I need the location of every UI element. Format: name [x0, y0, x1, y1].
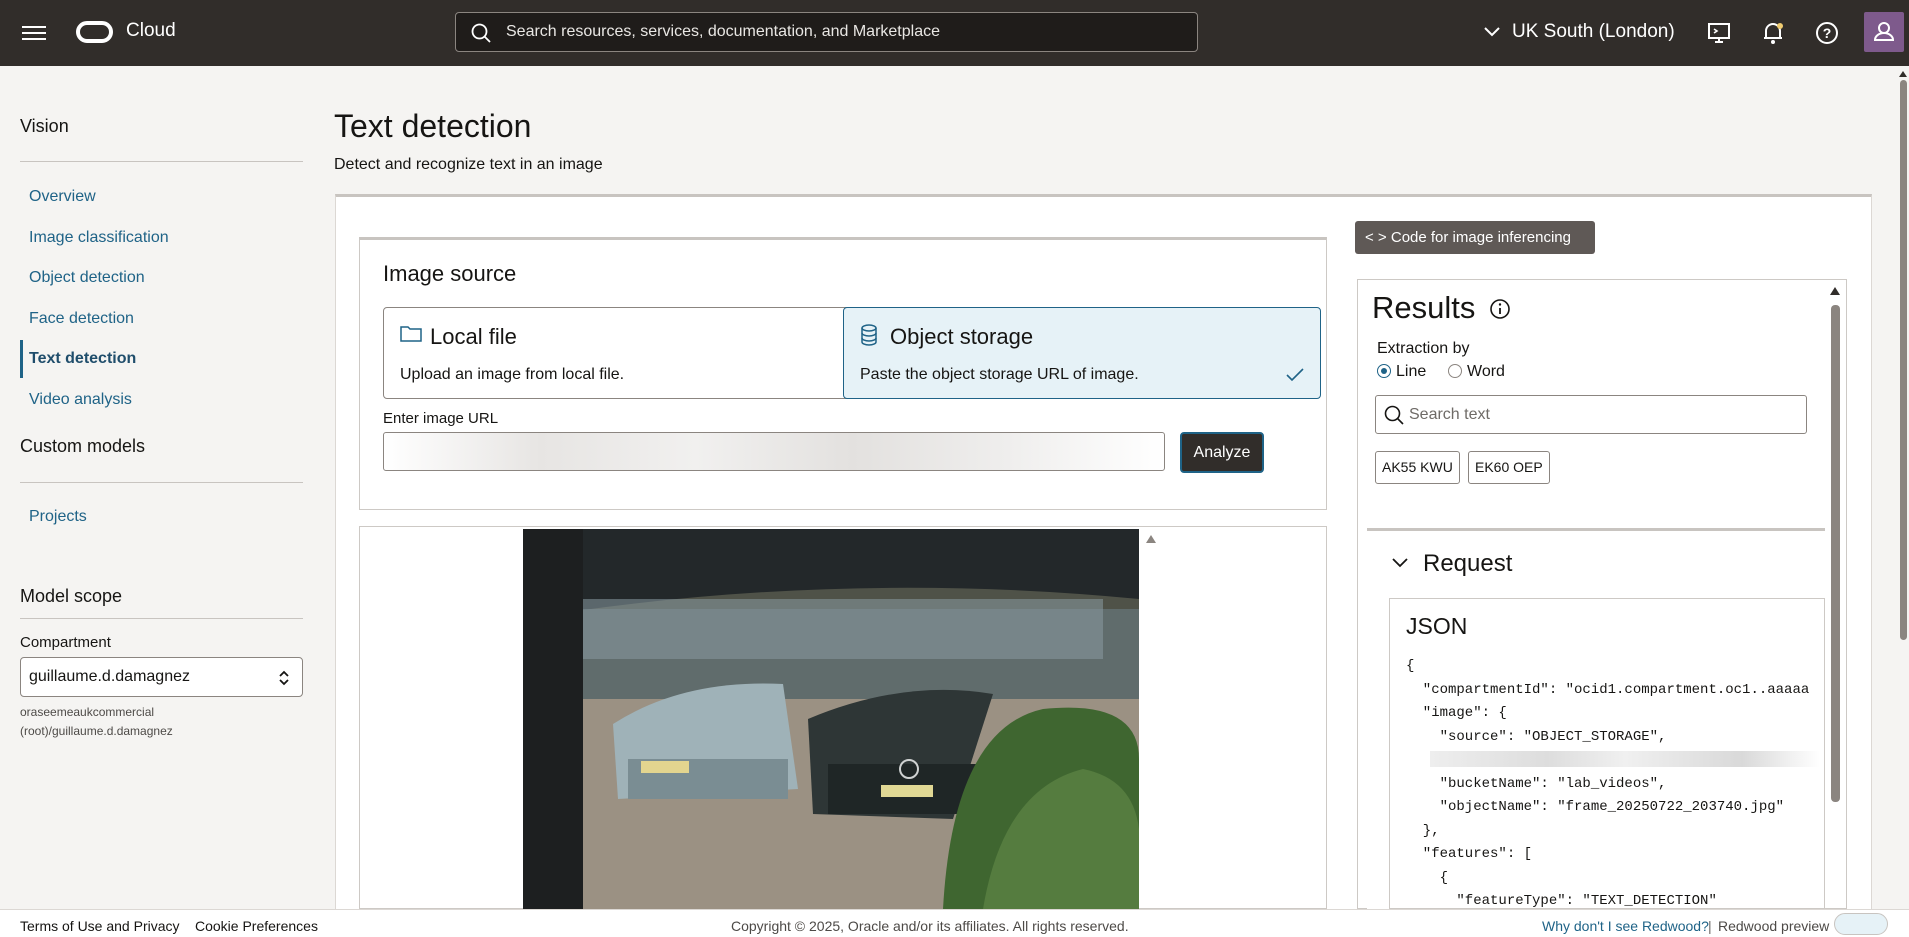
- menu-icon[interactable]: [22, 23, 46, 43]
- local-file-card[interactable]: Local file Upload an image from local fi…: [383, 307, 861, 399]
- page-scrollbar[interactable]: [1900, 80, 1907, 640]
- local-file-desc: Upload an image from local file.: [400, 366, 625, 383]
- footer: Terms of Use and Privacy Cookie Preferen…: [0, 909, 1909, 937]
- radio-word-button[interactable]: [1448, 364, 1462, 378]
- sidebar-item-image-classification[interactable]: Image classification: [29, 229, 169, 247]
- terms-link[interactable]: Terms of Use and Privacy: [20, 918, 180, 934]
- cloud-shell-icon[interactable]: [1706, 20, 1732, 46]
- results-title: Results: [1372, 290, 1476, 325]
- object-storage-card[interactable]: Object storage Paste the object storage …: [843, 307, 1321, 399]
- top-bar: Cloud Search resources, services, docume…: [0, 0, 1909, 66]
- extraction-label: Extraction by: [1377, 340, 1470, 357]
- custom-models-title: Custom models: [20, 436, 146, 456]
- object-storage-desc: Paste the object storage URL of image.: [860, 366, 1139, 383]
- sidebar-title: Vision: [20, 116, 69, 136]
- image-url-input[interactable]: [383, 432, 1165, 471]
- folder-icon: [400, 326, 422, 342]
- driveway-photo-icon: [523, 529, 1139, 909]
- page-subtitle: Detect and recognize text in an image: [334, 156, 603, 173]
- copyright: Copyright © 2025, Oracle and/or its affi…: [731, 918, 1129, 934]
- object-storage-title: Object storage: [890, 324, 1034, 349]
- json-title: JSON: [1406, 613, 1468, 639]
- code-inferencing-button[interactable]: < > Code for image inferencing: [1355, 221, 1595, 254]
- select-arrows-icon: [279, 670, 289, 686]
- user-avatar[interactable]: [1864, 12, 1904, 52]
- plate-ak55kwu: [641, 761, 689, 773]
- analyzed-image: [523, 529, 1139, 909]
- cookie-link[interactable]: Cookie Preferences: [195, 918, 318, 934]
- sidebar-item-video-analysis[interactable]: Video analysis: [29, 391, 132, 409]
- app-name[interactable]: Cloud: [126, 20, 176, 42]
- results-scrollbar[interactable]: [1831, 305, 1840, 802]
- text-search-placeholder: Search text: [1409, 406, 1490, 423]
- result-chip[interactable]: EK60 OEP: [1468, 451, 1550, 484]
- chevron-down-icon: [1484, 27, 1500, 37]
- redwood-preview-toggle[interactable]: [1834, 913, 1888, 935]
- scroll-up-icon[interactable]: [1829, 286, 1841, 296]
- sidebar-item-projects[interactable]: Projects: [29, 508, 87, 526]
- svg-text:?: ?: [1823, 25, 1832, 41]
- compartment-value: guillaume.d.damagnez: [29, 668, 190, 685]
- sidebar-active-indicator: [20, 340, 23, 378]
- search-icon: [471, 23, 491, 43]
- redacted-namespace: [1430, 751, 1820, 767]
- info-icon[interactable]: [1489, 298, 1511, 320]
- region-label: UK South (London): [1512, 21, 1675, 42]
- json-content: { "compartmentId": "ocid1.compartment.oc…: [1406, 658, 1810, 909]
- user-icon: [1873, 22, 1895, 41]
- radio-word[interactable]: Word: [1448, 363, 1505, 381]
- search-icon: [1384, 405, 1404, 425]
- code-icon: < >: [1365, 229, 1387, 246]
- footer-separator: |: [1708, 918, 1712, 934]
- redwood-preview-label: Redwood preview: [1718, 918, 1830, 934]
- sidebar-item-overview[interactable]: Overview: [29, 188, 96, 206]
- model-scope-title: Model scope: [20, 586, 123, 606]
- sidebar-divider: [20, 161, 303, 162]
- radio-line-button[interactable]: [1377, 364, 1391, 378]
- text-search-input[interactable]: Search text: [1375, 395, 1807, 434]
- scroll-up-icon[interactable]: [1145, 534, 1157, 544]
- compartment-select[interactable]: guillaume.d.damagnez: [20, 657, 303, 697]
- sidebar-divider: [20, 618, 303, 619]
- page-title: Text detection: [334, 108, 532, 144]
- sidebar-item-text-detection[interactable]: Text detection: [29, 350, 136, 368]
- checkmark-icon: [1286, 368, 1304, 382]
- sidebar-item-object-detection[interactable]: Object detection: [29, 269, 145, 287]
- compartment-label: Compartment: [20, 634, 111, 651]
- redwood-link[interactable]: Why don't I see Redwood?: [1542, 918, 1709, 934]
- json-panel: JSON { "compartmentId": "ocid1.compartme…: [1389, 598, 1825, 909]
- compartment-path: oraseemeaukcommercial (root)/guillaume.d…: [20, 705, 173, 738]
- request-title[interactable]: Request: [1423, 550, 1512, 578]
- sidebar-item-face-detection[interactable]: Face detection: [29, 310, 134, 328]
- image-source-title: Image source: [383, 261, 517, 286]
- url-label: Enter image URL: [383, 410, 499, 427]
- chevron-down-icon[interactable]: [1392, 558, 1408, 568]
- analyze-button[interactable]: Analyze: [1180, 432, 1264, 473]
- sidebar-divider: [20, 482, 303, 483]
- database-icon: [861, 324, 877, 346]
- bell-icon[interactable]: [1760, 20, 1786, 46]
- oracle-logo-icon[interactable]: [76, 21, 113, 43]
- radio-line[interactable]: Line: [1377, 363, 1426, 381]
- local-file-title: Local file: [430, 324, 517, 349]
- result-chip[interactable]: AK55 KWU: [1375, 451, 1460, 484]
- global-search-input[interactable]: Search resources, services, documentatio…: [455, 12, 1198, 52]
- help-icon[interactable]: ?: [1814, 20, 1840, 46]
- region-selector[interactable]: UK South (London): [1484, 21, 1675, 43]
- plate-ek60oep: [881, 785, 933, 797]
- search-placeholder: Search resources, services, documentatio…: [506, 23, 940, 40]
- scroll-up-icon[interactable]: [1898, 70, 1908, 78]
